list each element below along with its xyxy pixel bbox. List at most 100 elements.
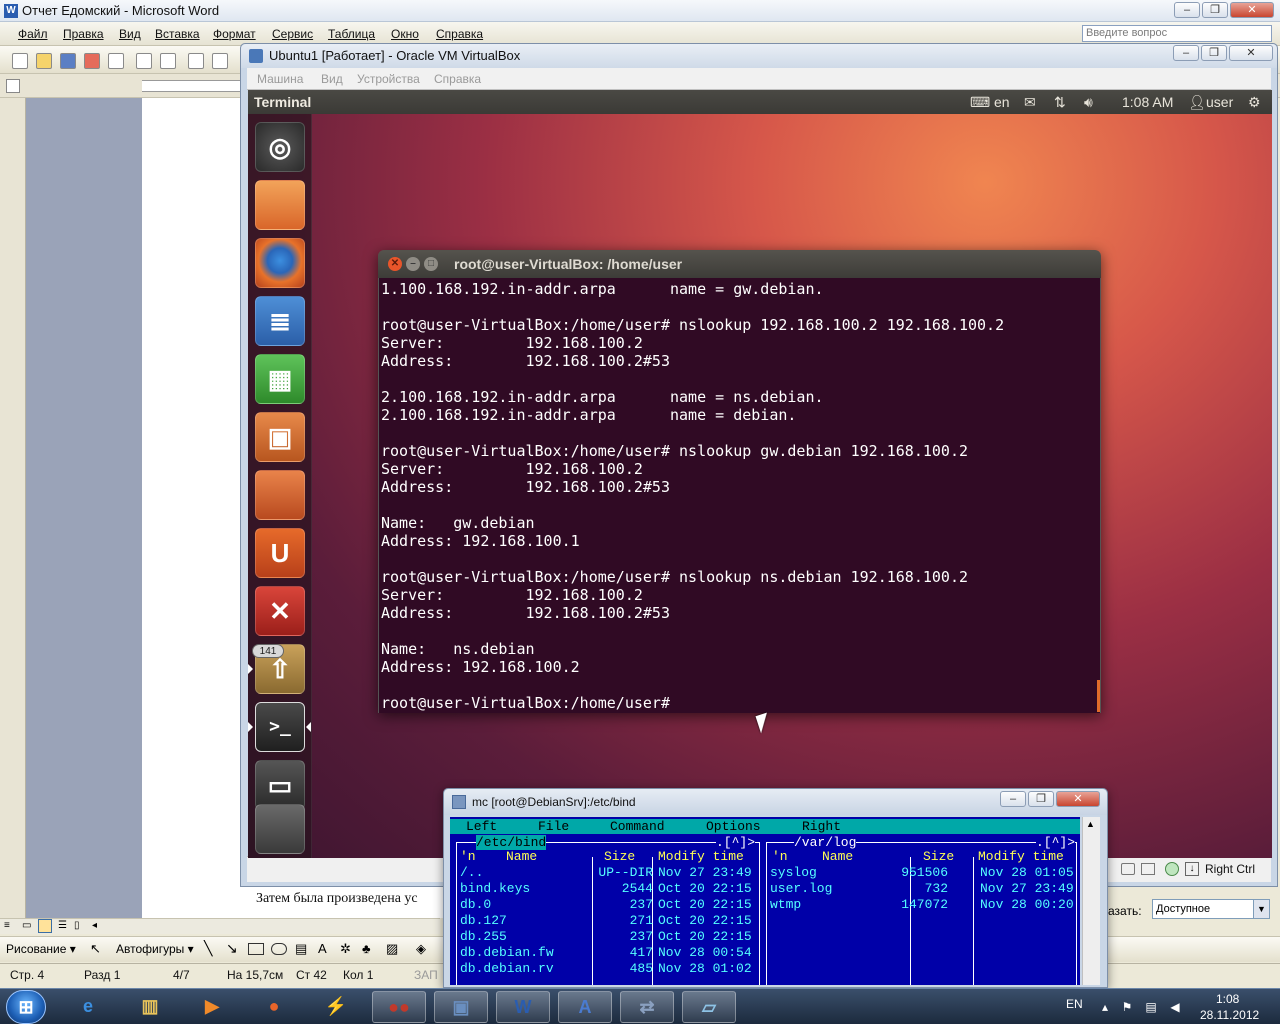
word-menu-edit[interactable]: Правка [63,27,104,41]
word-menu-table[interactable]: Таблица [328,27,375,41]
mc-left-header-time[interactable]: Modify time [658,849,744,865]
word-taskbar-button[interactable]: W [496,991,550,1023]
spelling-icon[interactable] [188,53,204,69]
mc-file-row[interactable]: db.255 237 Oct 20 22:15 [460,929,756,945]
mc-vertical-scrollbar[interactable]: ▲ [1082,817,1100,985]
terminal-icon[interactable]: >_ [255,702,305,752]
web-view-icon[interactable]: ▭ [22,920,31,931]
mc-right-header-time[interactable]: Modify time [978,849,1064,865]
mc-console[interactable]: Left File Command Options Right /etc/bin… [450,817,1080,985]
word-horizontal-scrollbar[interactable]: ≡ ▭ ☰ ▯ ◂ [0,918,440,934]
textbox-tool-icon[interactable]: ▤ [295,941,307,957]
mc-left-header-name[interactable]: Name [506,849,537,865]
mc-file-row[interactable]: db.127 271 Oct 20 22:15 [460,913,756,929]
close-icon[interactable]: ✕ [388,257,402,271]
new-document-icon[interactable] [12,53,28,69]
mc-close-button[interactable]: ✕ [1056,791,1100,807]
oval-tool-icon[interactable] [271,943,287,955]
word-menu-help[interactable]: Справка [436,27,483,41]
availability-select[interactable]: Доступное ▼ [1152,899,1270,919]
terminal-scrollbar[interactable] [1097,680,1100,712]
autoshapes-menu-button[interactable]: Автофигуры ▾ [116,942,194,956]
taskbar-clock-date[interactable]: 28.11.2012 [1200,1008,1259,1022]
virtualbox-taskbar-button[interactable]: ▣ [434,991,488,1023]
keyboard-icon[interactable]: ⌨ [970,94,990,111]
ubuntu-desktop[interactable]: Terminal ⌨ en ✉ ⇅ 🔊︎ 1:08 AM 👤︎ user ⚙ ◎… [248,90,1272,858]
workspace-switcher-icon[interactable]: ▭ [255,760,305,810]
writer-icon[interactable]: ≣ [255,296,305,346]
system-settings-icon[interactable]: ✕ [255,586,305,636]
word-menu-file[interactable]: Файл [18,27,48,41]
display-icon[interactable] [1141,863,1155,875]
software-center-icon[interactable] [255,470,305,520]
mc-menu-left[interactable]: Left [466,819,497,834]
mc-menu-file[interactable]: File [538,819,569,834]
mc-left-header-size[interactable]: Size [604,849,635,865]
save-icon[interactable] [60,53,76,69]
firefox-taskbar-button[interactable]: ● [248,991,302,1023]
status-record[interactable]: ЗАП [414,968,438,982]
taskbar-clock-time[interactable]: 1:08 [1216,992,1239,1006]
volume-tray-icon[interactable]: ◀ [1168,1000,1182,1014]
ie-taskbar-button[interactable]: e [62,991,116,1023]
flash-taskbar-button[interactable]: ⚡ [310,991,364,1023]
word-menu-format[interactable]: Формат [213,27,256,41]
vbox-menu-view[interactable]: Вид [321,72,343,86]
wordpad-taskbar-button[interactable]: A [558,991,612,1023]
start-button[interactable]: ⊞ [6,990,46,1024]
diagram-tool-icon[interactable]: ✲ [340,941,351,957]
terminal-output[interactable]: 1.100.168.192.in-addr.arpa name = gw.deb… [378,278,1101,713]
putty-taskbar-button[interactable]: ⇄ [620,991,674,1023]
maximize-icon[interactable]: □ [424,257,438,271]
picture-tool-icon[interactable]: ▨ [386,941,398,957]
print-icon[interactable] [136,53,152,69]
mc-file-row[interactable]: wtmp 147072 Nov 28 00:20 [770,897,1074,913]
vbox-menu-devices[interactable]: Устройства [357,72,420,86]
research-icon[interactable] [212,53,228,69]
virtualbox-title-bar[interactable]: Ubuntu1 [Работает] - Oracle VM VirtualBo… [241,44,1277,68]
virtualbox-close-button[interactable]: ✕ [1229,45,1273,61]
dash-icon[interactable]: ◎ [255,122,305,172]
select-objects-icon[interactable]: ↖ [90,941,101,957]
explorer-taskbar-button[interactable]: ▥ [124,991,178,1023]
word-menu-view[interactable]: Вид [119,27,141,41]
clock[interactable]: 1:08 AM [1122,94,1173,110]
volume-icon[interactable]: 🔊︎ [1084,94,1093,111]
print-layout-view-icon[interactable] [38,919,52,933]
line-tool-icon[interactable]: ╲ [204,940,212,957]
scroll-up-icon[interactable]: ▲ [1086,819,1095,829]
minimize-icon[interactable]: – [406,257,420,271]
rectangle-tool-icon[interactable] [248,943,264,955]
vbox-menu-machine[interactable]: Машина [257,72,303,86]
vbox-menu-help[interactable]: Справка [434,72,481,86]
permission-icon[interactable] [84,53,100,69]
tab-stop-selector[interactable] [6,79,20,93]
mc-file-row[interactable]: bind.keys 2544 Oct 20 22:15 [460,881,756,897]
tray-expand-icon[interactable]: ▴ [1098,1000,1112,1014]
shared-folders-icon[interactable] [1121,863,1135,875]
mc-minimize-button[interactable]: – [1000,791,1026,807]
mouse-integration-icon[interactable] [1165,862,1179,876]
word-title-bar[interactable]: W Отчет Едомский - Microsoft Word – ❐ ✕ [0,0,1280,22]
open-folder-icon[interactable] [36,53,52,69]
mc-right-header-size[interactable]: Size [923,849,954,865]
normal-view-icon[interactable]: ≡ [4,920,10,931]
virtualbox-maximize-button[interactable]: ❐ [1201,45,1227,61]
wordart-tool-icon[interactable]: A [318,941,327,956]
mc-file-row[interactable]: user.log 732 Nov 27 23:49 [770,881,1074,897]
session-gear-icon[interactable]: ⚙ [1248,94,1261,111]
keyboard-layout[interactable]: en [994,94,1010,110]
reading-view-icon[interactable]: ▯ [74,920,80,931]
word-close-button[interactable]: ✕ [1230,2,1274,18]
arrow-tool-icon[interactable]: ↘ [226,940,238,957]
trash-icon[interactable] [255,804,305,854]
clipart-tool-icon[interactable]: ♣ [362,941,371,956]
mc-menu-options[interactable]: Options [706,819,761,834]
user-name[interactable]: user [1206,94,1233,110]
firefox-icon[interactable] [255,238,305,288]
fill-color-icon[interactable]: ◈ [416,941,426,957]
network-icon[interactable]: ⇅ [1054,94,1066,111]
word-menu-tools[interactable]: Сервис [272,27,313,41]
terminal-title-bar[interactable]: ✕ – □ root@user-VirtualBox: /home/user [378,250,1101,278]
impress-icon[interactable]: ▣ [255,412,305,462]
